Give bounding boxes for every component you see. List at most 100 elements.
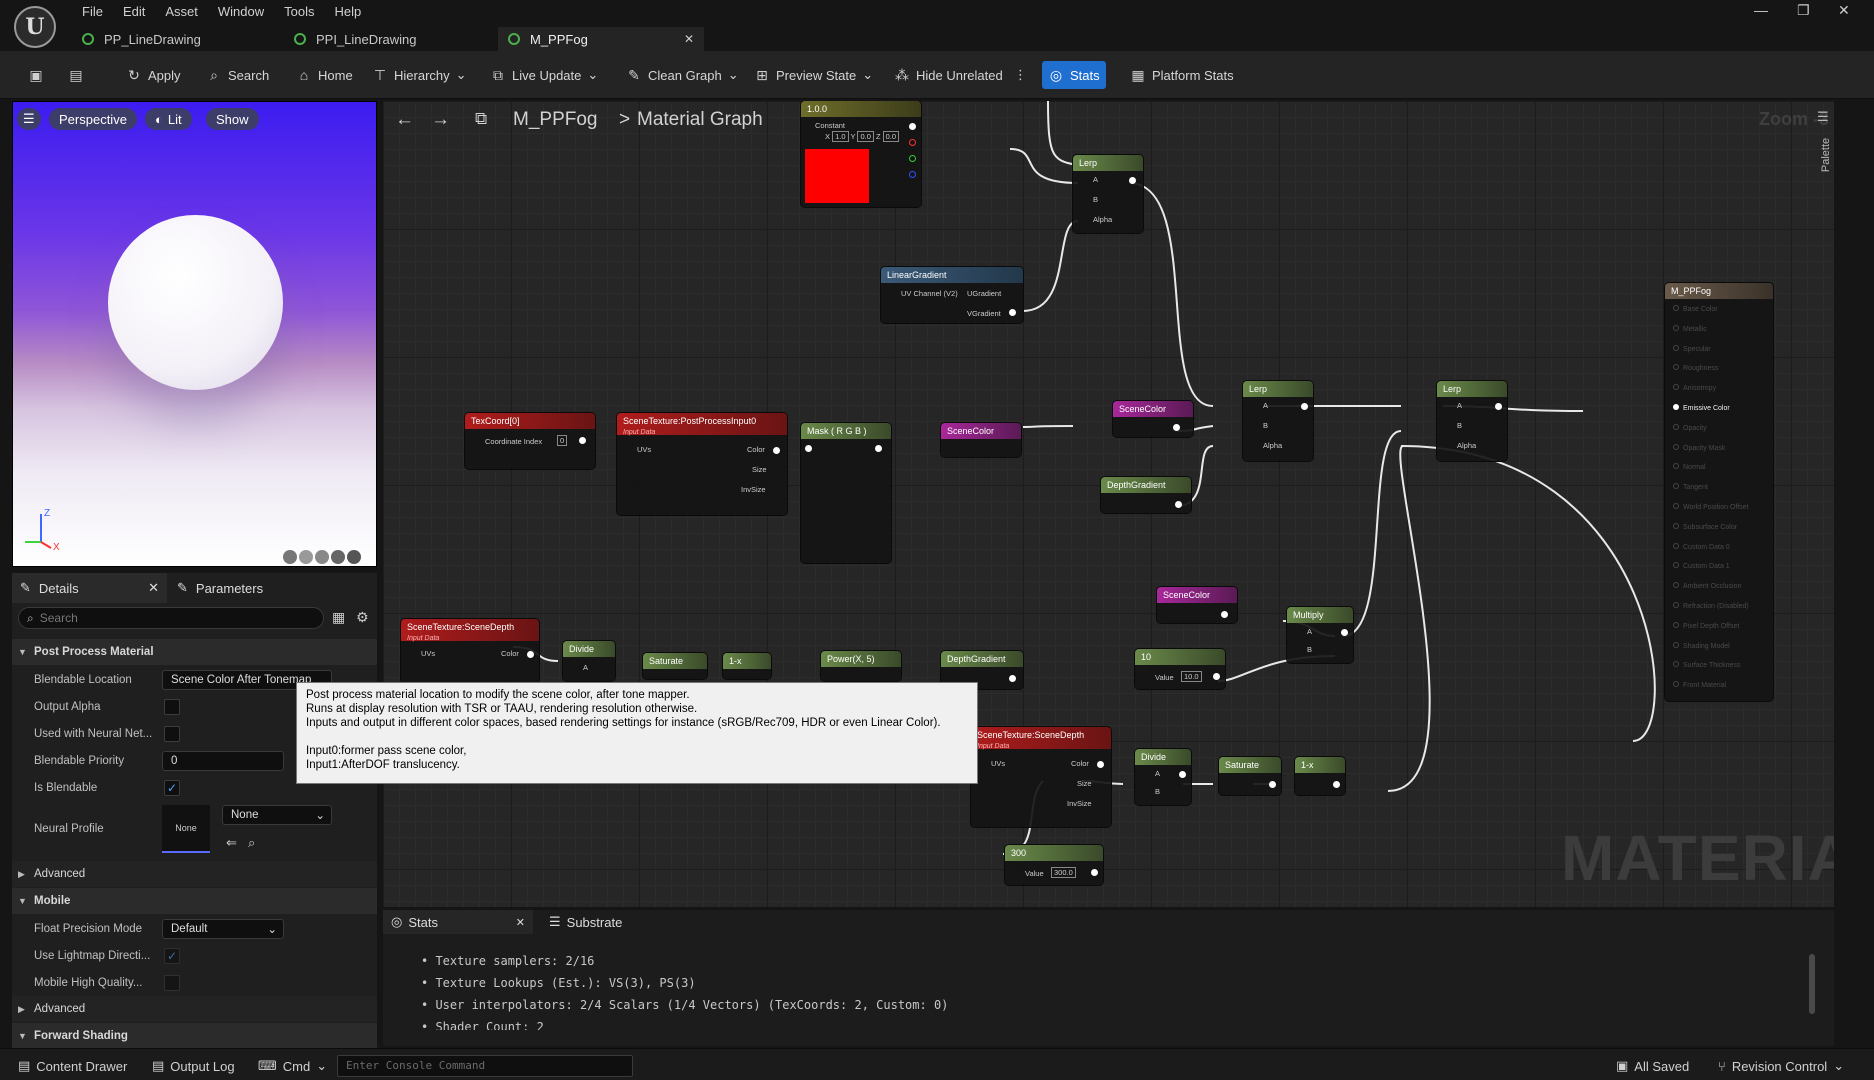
- details-search-input[interactable]: ⌕ Search: [18, 607, 324, 629]
- tab-substrate[interactable]: ☰ Substrate: [549, 910, 622, 934]
- menu-asset[interactable]: Asset: [155, 2, 208, 22]
- tab-parameters[interactable]: ✎ Parameters: [177, 573, 263, 603]
- one-minus-node-2[interactable]: 1-x: [1295, 757, 1345, 795]
- result-pin[interactable]: Tangent: [1673, 483, 1708, 491]
- constant-z[interactable]: 0.0: [882, 131, 900, 142]
- output-alpha-checkbox[interactable]: [164, 698, 180, 715]
- lerp-node-1[interactable]: Lerp A B Alpha: [1073, 155, 1143, 233]
- result-pin[interactable]: Specular: [1673, 344, 1711, 353]
- result-pin[interactable]: Refraction (Disabled): [1673, 602, 1749, 610]
- output-pin[interactable]: [1009, 675, 1016, 682]
- scenecolor-node-1[interactable]: SceneColor: [941, 423, 1021, 457]
- output-pin[interactable]: [1341, 629, 1348, 636]
- result-pin[interactable]: Shading Model: [1673, 641, 1730, 650]
- output-pin[interactable]: [1009, 309, 1016, 316]
- menu-tools[interactable]: Tools: [274, 2, 324, 22]
- stats-button[interactable]: ◎ Stats: [1042, 61, 1106, 89]
- hide-unrelated-button[interactable]: ⁂ Hide Unrelated: [888, 61, 1009, 89]
- live-update-button[interactable]: ⧉ Live Update ⌄: [484, 61, 604, 89]
- cube-icon[interactable]: [331, 550, 345, 564]
- stats-scrollbar[interactable]: [1809, 954, 1815, 1014]
- output-pin[interactable]: [1173, 424, 1180, 431]
- float-precision-dropdown[interactable]: Default ⌄: [162, 918, 284, 939]
- scenecolor-node-3[interactable]: SceneColor: [1157, 587, 1237, 623]
- console-command-input[interactable]: Enter Console Command: [337, 1055, 633, 1077]
- close-window-icon[interactable]: ✕: [1838, 2, 1850, 19]
- result-pin[interactable]: Ambient Occlusion: [1673, 582, 1741, 590]
- output-log-button[interactable]: ▤ Output Log: [152, 1055, 235, 1077]
- result-pin[interactable]: World Position Offset: [1673, 503, 1749, 511]
- value-input[interactable]: 300.0: [1051, 867, 1076, 878]
- perspective-button[interactable]: Perspective: [49, 108, 137, 130]
- is-blendable-checkbox[interactable]: ✓: [164, 779, 180, 796]
- neural-profile-thumbnail[interactable]: None: [162, 805, 210, 853]
- search-button[interactable]: ⌕ Search: [200, 61, 275, 89]
- result-pin[interactable]: Base Color: [1673, 305, 1718, 313]
- input-pin[interactable]: [805, 445, 812, 452]
- teapot-icon[interactable]: [347, 550, 361, 564]
- menu-window[interactable]: Window: [208, 2, 274, 22]
- material-graph-canvas[interactable]: ← → ⧉ M_PPFog > Material Graph Zoom -3 M…: [383, 101, 1834, 907]
- output-pin[interactable]: [909, 123, 916, 130]
- tab-m-ppfog[interactable]: M_PPFog ✕: [498, 27, 704, 51]
- result-pin[interactable]: Custom Data 1: [1673, 562, 1730, 570]
- lerp-node-3[interactable]: Lerp A B Alpha: [1437, 381, 1507, 461]
- value-input[interactable]: 10.0: [1181, 671, 1202, 682]
- result-pin[interactable]: Pixel Depth Offset: [1673, 621, 1739, 630]
- divide-node-1[interactable]: Divide A: [563, 641, 615, 681]
- output-pin[interactable]: [1179, 771, 1186, 778]
- output-pin[interactable]: [1269, 781, 1276, 788]
- scenetexture-depth-node-2[interactable]: SceneTexture:SceneDepth Input Data UVs Co…: [971, 727, 1111, 827]
- tab-pp-linedrawing[interactable]: PP_LineDrawing: [72, 27, 272, 51]
- category-forward-shading[interactable]: ▼ Forward Shading: [12, 1023, 377, 1049]
- category-advanced[interactable]: ▶ Advanced: [12, 861, 377, 887]
- use-lightmap-checkbox[interactable]: ✓: [164, 947, 180, 964]
- category-post-process-material[interactable]: ▼ Post Process Material: [12, 639, 377, 665]
- saturate-node-1[interactable]: Saturate: [643, 653, 707, 679]
- home-button[interactable]: ⌂ Home: [290, 61, 359, 89]
- constant-300-node[interactable]: 300 Value 300.0: [1005, 845, 1103, 885]
- save-button[interactable]: ▣: [22, 61, 50, 89]
- menu-edit[interactable]: Edit: [113, 2, 155, 22]
- scenecolor-node-2[interactable]: SceneColor: [1113, 401, 1193, 437]
- coord-index-input[interactable]: 0: [557, 435, 568, 446]
- result-pin[interactable]: Normal: [1673, 463, 1706, 471]
- output-pin[interactable]: [1301, 403, 1308, 410]
- output-pin[interactable]: [1495, 403, 1502, 410]
- power-node[interactable]: Power(X, 5): [821, 651, 901, 681]
- lit-button[interactable]: ◐ Lit: [145, 108, 192, 130]
- maximize-icon[interactable]: ❐: [1797, 2, 1810, 19]
- table-view-icon[interactable]: ▦: [332, 609, 345, 626]
- blendable-priority-input[interactable]: 0: [162, 750, 284, 771]
- output-pin[interactable]: [527, 651, 534, 658]
- category-mobile[interactable]: ▼ Mobile: [12, 888, 377, 914]
- result-pin[interactable]: Anisotropy: [1673, 384, 1716, 392]
- scenetexture-depth-node-1[interactable]: SceneTexture:SceneDepth Input Data UVs Co…: [401, 619, 539, 683]
- show-button[interactable]: Show: [206, 108, 259, 130]
- scenetexture-ppi-node[interactable]: SceneTexture:PostProcessInput0 Input Data…: [617, 413, 787, 515]
- palette-tab[interactable]: ☰ Palette: [1815, 109, 1834, 179]
- minimize-icon[interactable]: —: [1754, 2, 1768, 18]
- all-saved-button[interactable]: ▣ All Saved: [1616, 1055, 1689, 1077]
- result-pin[interactable]: Emissive Color: [1673, 404, 1730, 412]
- output-pin[interactable]: [1221, 611, 1228, 618]
- mobile-high-quality-checkbox[interactable]: [164, 974, 180, 991]
- output-pin-r[interactable]: [909, 139, 916, 146]
- texcoord-node[interactable]: TexCoord[0] Coordinate Index 0: [465, 413, 595, 469]
- category-advanced-mobile[interactable]: ▶ Advanced: [12, 996, 377, 1022]
- result-pin[interactable]: Surface Thickness: [1673, 661, 1740, 669]
- result-pin[interactable]: Roughness: [1673, 364, 1718, 372]
- apply-button[interactable]: ↻ Apply: [120, 61, 187, 89]
- neural-profile-dropdown[interactable]: None ⌄: [222, 805, 332, 825]
- output-pin[interactable]: [1097, 761, 1104, 768]
- depthgradient-node-1[interactable]: DepthGradient: [1101, 477, 1191, 513]
- plane-icon[interactable]: [315, 550, 329, 564]
- result-pin[interactable]: Custom Data 0: [1673, 542, 1730, 551]
- output-pin[interactable]: [1175, 501, 1182, 508]
- output-pin-b[interactable]: [909, 171, 916, 178]
- output-pin[interactable]: [1333, 781, 1340, 788]
- result-pin[interactable]: Subsurface Color: [1673, 522, 1737, 531]
- preview-state-button[interactable]: ⊞ Preview State ⌄: [748, 61, 879, 89]
- output-pin[interactable]: [773, 447, 780, 454]
- one-minus-node-1[interactable]: 1-x: [723, 653, 771, 679]
